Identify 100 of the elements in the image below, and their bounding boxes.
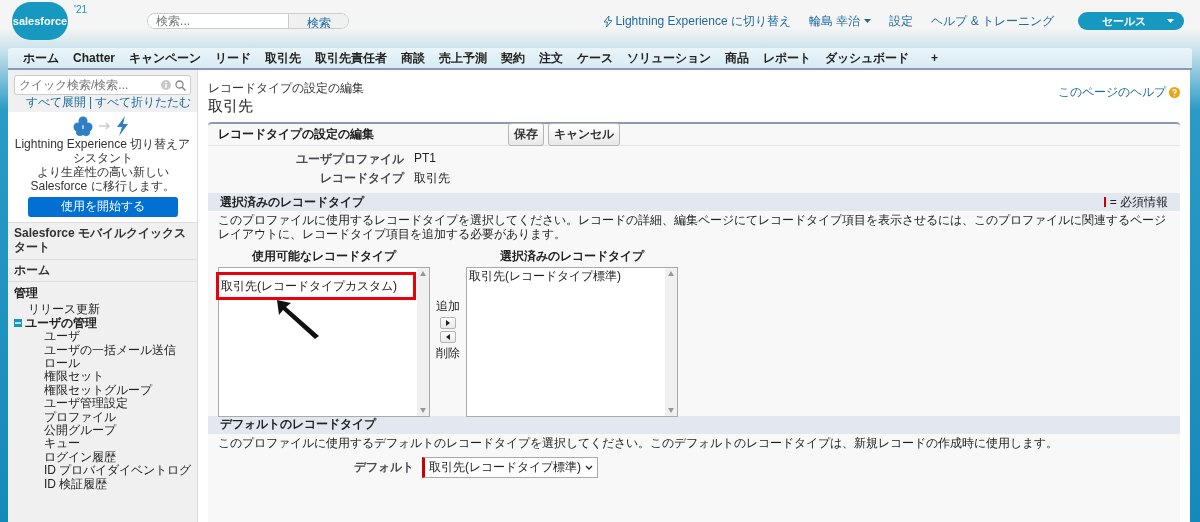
sidebar-section[interactable]: Salesforce モバイルクイックスタート <box>8 222 197 259</box>
tree-item-label[interactable]: リリース更新 <box>28 303 100 317</box>
nav-tab[interactable]: 取引先 <box>258 47 308 69</box>
sidebar-heading: 管理 <box>8 281 197 304</box>
list-title: 選択済みのレコードタイプ <box>500 247 644 265</box>
tree-item-label[interactable]: ID プロバイダイベントログ <box>44 464 192 478</box>
nav-tab[interactable]: 商品 <box>718 47 756 69</box>
section-description: このプロファイルに使用するデフォルトのレコードタイプを選択してください。このデフォルトのレコードタイプは、新規レコードの作成時に使用します。 <box>217 434 1059 452</box>
scrollbar[interactable] <box>417 267 429 416</box>
panel-title: レコードタイプの設定の編集 <box>218 126 375 143</box>
action-button[interactable]: キャンセル <box>548 123 620 146</box>
add-button[interactable] <box>440 316 456 329</box>
field-value: 取引先 <box>414 170 451 187</box>
chevron-down-icon <box>585 465 593 471</box>
nav-tab[interactable]: ソリューション <box>620 47 718 69</box>
collapse-icon[interactable] <box>14 319 22 328</box>
tree-item[interactable]: 権限セットグループ <box>14 383 197 398</box>
nav-tab[interactable]: 注文 <box>532 47 570 69</box>
scroll-up-icon <box>420 270 426 276</box>
search-icon[interactable] <box>175 79 186 91</box>
field-label: デフォルト <box>354 459 414 477</box>
nav-tab[interactable]: 商談 <box>394 47 432 69</box>
section-title: 選択済みのレコードタイプ <box>220 193 364 211</box>
tree-item-label[interactable]: ロール <box>44 357 80 371</box>
quick-find-field[interactable]: クイック検索/検索... <box>14 75 191 95</box>
tree-item[interactable]: ユーザ管理設定 <box>14 397 197 411</box>
page-title: 取引先 <box>208 97 254 116</box>
tree-item[interactable]: 公開グループ <box>14 424 197 438</box>
add-tab[interactable]: + <box>924 47 946 69</box>
lightning-icon <box>603 15 612 27</box>
section-title: デフォルトのレコードタイプ <box>220 416 376 434</box>
tree-item[interactable]: ユーザの一括メール送信 <box>14 343 197 357</box>
list-box[interactable]: 取引先(レコードタイプカスタム) <box>218 266 430 417</box>
section-description: このプロファイルに使用するレコードタイプを選択してください。レコードの詳細、編集ページにてレコードタイプ項目を表示させるには、このプロファイルに関連するページレイアウトに、レコードタイプ項目を追加する必要があります。 <box>217 212 1167 244</box>
nav-tab[interactable]: ホーム <box>16 47 66 69</box>
default-select[interactable]: 取引先(レコードタイプ標準) <box>422 457 598 479</box>
sidebar-section[interactable]: ホーム <box>8 258 197 282</box>
tree-item[interactable]: 権限セット <box>14 370 197 384</box>
tree-item[interactable]: リリース更新 <box>14 303 197 317</box>
nav-tab[interactable]: リード <box>208 47 258 69</box>
header-link[interactable]: ヘルプ & トレーニング <box>931 12 1054 30</box>
nav-tab[interactable]: ケース <box>570 47 620 69</box>
list-title: 使用可能なレコードタイプ <box>252 247 396 265</box>
expand-all-link[interactable]: すべて展開 <box>25 96 86 110</box>
collapse-all-link[interactable]: すべて折りたたむ <box>95 96 191 110</box>
start-button[interactable]: 使用を開始する <box>27 197 178 217</box>
remove-label: 削除 <box>436 344 460 362</box>
header-link[interactable]: Lightning Experience に切り替え <box>603 12 791 30</box>
field-label: レコードタイプ <box>319 170 404 187</box>
header-link[interactable]: 輪島 幸治 <box>809 12 872 30</box>
breadcrumb: レコードタイプの設定の編集 <box>208 80 364 97</box>
tree-item-label[interactable]: プロファイル <box>44 410 116 425</box>
tree-item-label[interactable]: ユーザの一括メール送信 <box>44 343 176 357</box>
tree-item[interactable]: キュー <box>14 437 197 451</box>
scroll-down-icon <box>668 407 674 413</box>
nav-tab[interactable]: 契約 <box>494 47 532 69</box>
search-button[interactable]: 検索 <box>288 14 349 28</box>
list-option[interactable]: 取引先(レコードタイプカスタム) <box>221 278 415 293</box>
tree-item[interactable]: ID 検証履歴 <box>14 477 197 492</box>
tree-item[interactable]: ロール <box>14 357 197 371</box>
caret-icon <box>864 19 872 23</box>
nav-tab[interactable]: ダッシュボード <box>818 47 916 69</box>
required-legend: = 必須情報 <box>1103 193 1168 211</box>
list-option[interactable]: 取引先(レコードタイプ標準) <box>469 268 663 283</box>
action-button[interactable]: 保存 <box>508 123 544 146</box>
add-label: 追加 <box>436 297 460 315</box>
nav-tab[interactable]: 売上予測 <box>432 47 494 69</box>
tree-item[interactable]: プロファイル <box>14 410 197 425</box>
help-link[interactable]: このページのヘルプ <box>1058 84 1180 101</box>
tree-item-label[interactable]: ユーザ <box>44 330 80 344</box>
tree-item-label[interactable]: 権限セット <box>44 370 104 384</box>
tree-item-label[interactable]: ID 検証履歴 <box>44 477 108 492</box>
tree-item[interactable]: ID プロバイダイベントログ <box>14 464 197 478</box>
year-label: '21 <box>74 3 88 15</box>
help-icon <box>1169 87 1180 98</box>
tree-item-label[interactable]: ユーザの管理 <box>25 316 97 331</box>
tree-item-label[interactable]: 権限セットグループ <box>44 383 152 398</box>
promo-text: より生産性の高い新しい Salesforce に移行します。 <box>29 166 176 194</box>
info-icon <box>161 80 171 90</box>
header-link[interactable]: 設定 <box>889 12 914 30</box>
scrollbar[interactable] <box>665 267 677 416</box>
tree-item[interactable]: ログイン履歴 <box>14 450 197 465</box>
list-box[interactable]: 取引先(レコードタイプ標準) <box>466 266 678 417</box>
remove-button[interactable] <box>440 330 456 343</box>
nav-tab[interactable]: Chatter <box>66 47 122 69</box>
tree-item-label[interactable]: 公開グループ <box>44 424 116 438</box>
search-field[interactable]: 検索... 検索 <box>147 13 350 29</box>
nav-tab[interactable]: レポート <box>756 47 818 69</box>
tree-item-label[interactable]: ログイン履歴 <box>44 450 116 465</box>
link-separator: | <box>88 96 92 110</box>
tree-item-label[interactable]: ユーザ管理設定 <box>44 397 128 411</box>
scroll-down-icon <box>420 407 426 413</box>
nav-tab[interactable]: キャンペーン <box>122 47 208 69</box>
tree-item-label[interactable]: キュー <box>44 437 80 451</box>
arrow-icon <box>275 297 321 340</box>
tree-item[interactable]: ユーザ <box>14 330 197 344</box>
tree-item[interactable]: ユーザの管理 <box>14 316 197 331</box>
left-triangle-icon <box>446 333 450 340</box>
field-value: PT1 <box>414 151 437 167</box>
nav-tab[interactable]: 取引先責任者 <box>308 47 394 69</box>
